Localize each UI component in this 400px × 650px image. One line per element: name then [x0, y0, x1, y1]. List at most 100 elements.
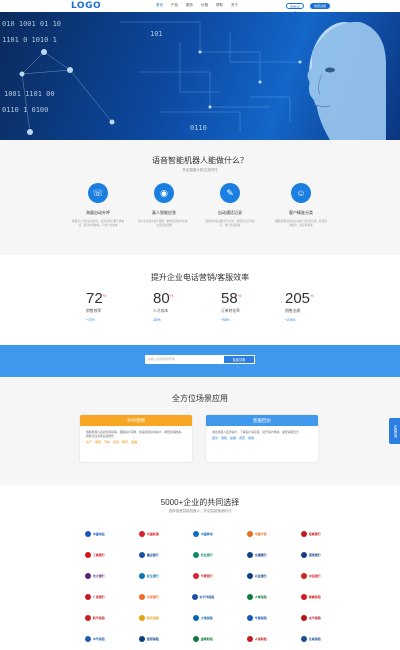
svg-text:0110: 0110 [190, 124, 207, 132]
partner-logo: 阳光保险 [132, 611, 166, 625]
stat-value-wrap: 72% [86, 290, 146, 307]
feature-title: 客户精准分类 [289, 210, 313, 215]
partner-logo: 中国联通 [132, 527, 166, 541]
tag[interactable]: 通知 [221, 436, 227, 440]
stat-label: 订单转化率 [221, 309, 240, 313]
nav-item-help[interactable]: 帮助 [212, 2, 227, 9]
free-trial-submit-button[interactable]: 免费试用 [223, 355, 255, 364]
scenes-title: 全方位场景应用 [172, 394, 228, 403]
partner-logo-mark [139, 552, 146, 558]
partner-logo-mark [247, 552, 254, 558]
partner-logo: 太平保险 [294, 611, 328, 625]
partner-logo-name: 人保财险 [254, 637, 267, 641]
partner-logo-name: 浦发银行 [308, 553, 321, 557]
partner-logo: 民生银行 [132, 569, 166, 583]
tag[interactable]: 调查 [239, 436, 245, 440]
partner-logo-mark [301, 594, 308, 600]
partner-logo-mark [193, 552, 200, 558]
scene-card-outbound[interactable]: 外呼营销 借助机器人自动外呼营销，把握客户需求，快速筛选意向客户，降低营销成本，… [80, 415, 192, 462]
phone-icon: ☏ [88, 183, 108, 203]
partner-logo: 光大银行 [78, 569, 112, 583]
partner-logo: 华夏银行 [186, 569, 220, 583]
partner-logo: 长城保险 [294, 632, 328, 646]
features-title: 语音智能机器人能做什么？ [152, 156, 248, 165]
partner-logo-mark [247, 531, 254, 537]
features-subtitle: 开启智能人机交互时代 [182, 168, 218, 172]
partner-logo-name: 太平洋保险 [199, 595, 215, 599]
robot-icon: ◉ [154, 183, 174, 203]
stat-item: 80% 人才成本 -80% [153, 290, 213, 322]
partner-logo-mark [191, 594, 198, 600]
partner-logo-name: 中信银行 [308, 574, 321, 578]
partner-logo-name: 民生银行 [146, 574, 159, 578]
feature-card: ☏ 海量自动外呼 批量导入号码自动外呼，每天可拨打数千通电话，提升外呼效率，节省… [68, 183, 128, 227]
user-icon: ☺ [291, 183, 311, 203]
partner-logo-name: 中国移动 [200, 532, 213, 536]
partner-logo-mark [193, 615, 200, 621]
partner-logo-mark [301, 615, 308, 621]
tag[interactable]: 房产 [86, 440, 92, 444]
partner-logo-mark [85, 573, 92, 579]
card-title: 外呼营销 [80, 415, 192, 426]
stat-value: 80 [153, 290, 170, 307]
partner-logo-mark [139, 615, 146, 621]
partner-logo: 泰康保险 [294, 590, 328, 604]
svg-text:1101 0 1010 1: 1101 0 1010 1 [2, 36, 57, 44]
partner-logo-name: 国寿财险 [200, 637, 213, 641]
partner-logo-mark [247, 573, 254, 579]
nav-item-service[interactable]: 服务 [182, 2, 197, 9]
stat-unit: % [237, 293, 242, 298]
partner-logo: 国寿财险 [186, 632, 220, 646]
phone-input[interactable]: 请输入您的手机号码 [145, 355, 223, 364]
tag[interactable]: 催收 [248, 436, 254, 440]
stat-unit: % [310, 293, 314, 298]
nav-item-about[interactable]: 关于 [227, 2, 242, 9]
feature-card: ☺ 客户精准分类 根据通话内容自动为客户打标签分类，筛选意向客户，提高转化率 [271, 183, 331, 227]
login-button[interactable]: 登录/注册 [286, 3, 304, 15]
tag[interactable]: 保险 [95, 440, 101, 444]
nav-item-price[interactable]: 价格 [197, 2, 212, 9]
stat-unit: % [102, 293, 107, 298]
scene-card-callback[interactable]: 客服回访 通过机器人回访客户，了解客户满意度，提升客户体验，减轻客服压力 回访通… [206, 415, 318, 462]
stat-change: +58% [221, 318, 230, 322]
stat-value: 205 [285, 290, 311, 307]
svg-text:0110 1 0100: 0110 1 0100 [2, 106, 48, 114]
partner-logo-name: 新华保险 [92, 616, 105, 620]
tag[interactable]: 金融 [131, 440, 137, 444]
partner-logo-name: 长城保险 [308, 637, 321, 641]
partner-logo: 大地保险 [186, 611, 220, 625]
partner-logo-name: 中华保险 [92, 637, 105, 641]
card-desc: 借助机器人自动外呼营销，把握客户需求，快速筛选意向客户，降低营销成本，帮助企业实… [86, 430, 184, 438]
stat-value: 72 [86, 290, 103, 307]
online-consult-tab[interactable]: 在线咨询 [389, 418, 400, 444]
card-tags: 房产 保险 汽车 贷款 教育 金融 [80, 438, 192, 446]
partner-logo-name: 大地保险 [200, 616, 213, 620]
partner-logo-name: 泰康保险 [308, 595, 321, 599]
partner-logo-name: 华泰保险 [254, 616, 267, 620]
partner-logo-mark [301, 552, 308, 558]
partner-logo: 农业银行 [186, 548, 220, 562]
partner-logo: 中信银行 [294, 569, 328, 583]
partner-logo-mark [301, 636, 308, 642]
partner-logo: 兴业银行 [240, 569, 274, 583]
tag[interactable]: 贷款 [113, 440, 119, 444]
partner-logo-name: 光大银行 [92, 574, 105, 578]
tag[interactable]: 教育 [122, 440, 128, 444]
site-logo[interactable]: LOGO [71, 1, 101, 11]
card-desc: 通过机器人回访客户，了解客户满意度，提升客户体验，减轻客服压力 [212, 430, 299, 434]
stat-item: 58% 订单转化率 +58% [221, 290, 281, 322]
tag[interactable]: 汽车 [104, 440, 110, 444]
card-tags: 回访 通知 提醒 调查 催收 [206, 434, 318, 442]
nav-item-product[interactable]: 产品 [167, 2, 182, 9]
tag[interactable]: 回访 [212, 436, 218, 440]
nav-item-home[interactable]: 首页 [152, 2, 167, 9]
partner-logo-mark [247, 636, 254, 642]
free-trial-button[interactable]: 免费试用 [310, 3, 330, 9]
tag[interactable]: 提醒 [230, 436, 236, 440]
partner-logo: 安邦保险 [132, 632, 166, 646]
partner-logo-name: 广发银行 [92, 595, 105, 599]
partner-logo-mark [85, 594, 92, 600]
feature-title: 海量自动外呼 [86, 210, 110, 215]
hero-illustration: 010 1001 01 10 1101 0 1010 1 1001 1101 0… [2, 20, 386, 140]
partner-logo-name: 中国联通 [146, 532, 159, 536]
